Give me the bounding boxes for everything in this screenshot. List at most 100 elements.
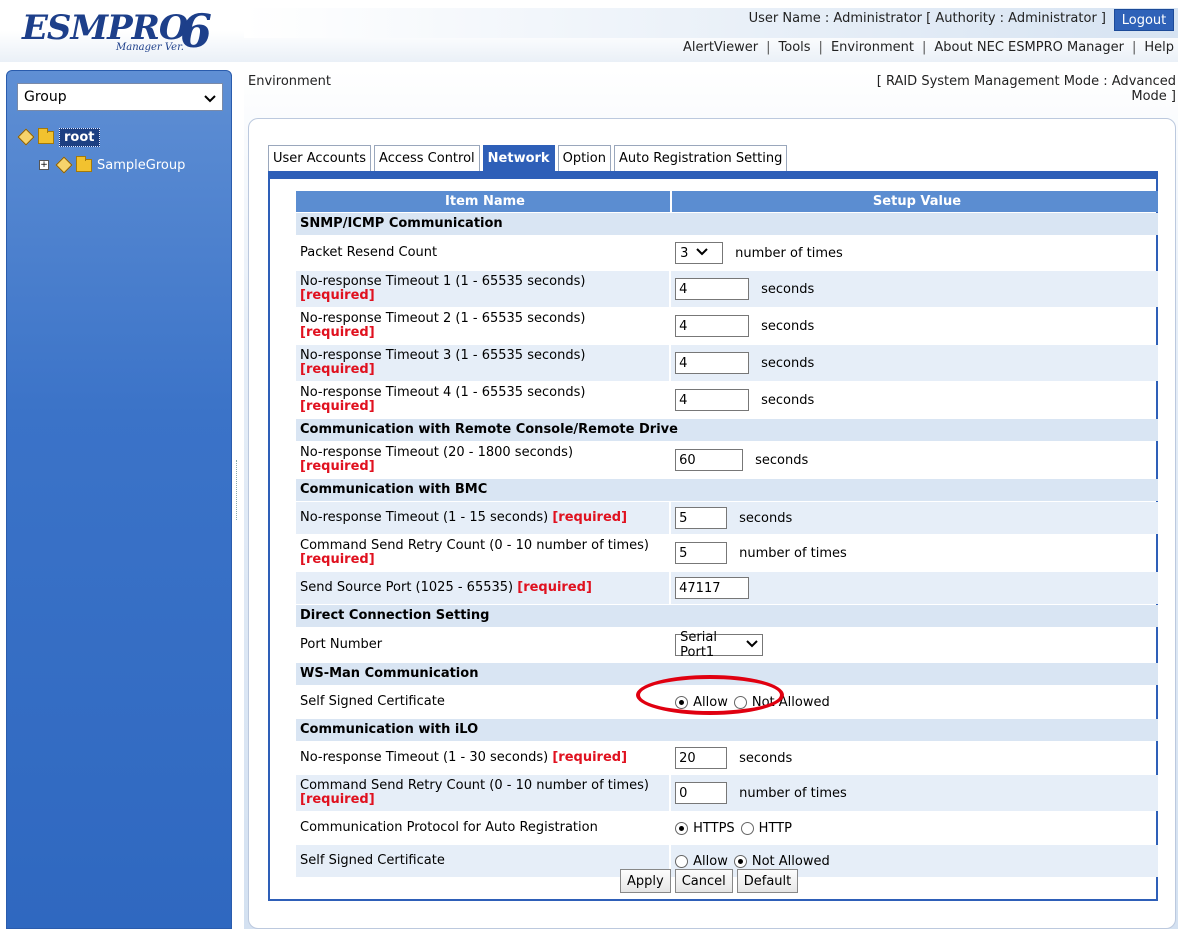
table-row: No-response Timeout 3 (1 - 65535 seconds… [296, 345, 1158, 381]
packet-resend-select[interactable]: 3 [675, 242, 724, 264]
remote-timeout-text: No-response Timeout (20 - 1800 seconds) [300, 445, 574, 460]
radio-label: Not Allowed [751, 853, 830, 869]
ilo-timeout-input[interactable] [675, 747, 728, 769]
protocol-label: Communication Protocol for Auto Registra… [300, 820, 598, 835]
radio-empty-icon [675, 854, 689, 868]
tab-network[interactable]: Network [482, 145, 555, 171]
tab-underline [268, 171, 1158, 179]
tab-user-accounts[interactable]: User Accounts [268, 145, 372, 171]
required-marker: [required] [300, 288, 375, 303]
splitter-grip [236, 460, 238, 520]
table-row: Port Number Serial Port1 [296, 628, 1158, 662]
tab-option[interactable]: Option [557, 145, 611, 171]
table-row: No-response Timeout (1 - 30 seconds) [re… [296, 742, 1158, 774]
bmc-timeout-text: No-response Timeout (1 - 15 seconds) [300, 510, 549, 525]
tree-node-samplegroup[interactable]: + SampleGroup [39, 154, 185, 176]
table-row: No-response Timeout (20 - 1800 seconds) … [296, 442, 1158, 478]
radio-label: Not Allowed [751, 694, 830, 710]
port-number-cell: Serial Port1 [671, 628, 1158, 662]
required-marker: [required] [552, 750, 628, 765]
ilo-cert-allow-radio[interactable]: Allow [675, 854, 728, 869]
timeout3-input[interactable] [675, 352, 750, 374]
required-marker: [required] [300, 459, 375, 474]
timeout1-input[interactable] [675, 278, 750, 300]
table-row: Communication Protocol for Auto Registra… [296, 812, 1158, 844]
unit-label: number of times [739, 785, 847, 801]
unit-label: seconds [761, 392, 815, 408]
tree-node-root[interactable]: root [17, 126, 185, 148]
cancel-button[interactable]: Cancel [674, 869, 733, 893]
wsman-cert-not-allowed-radio[interactable]: Not Allowed [733, 694, 830, 710]
packet-resend-value: 3 [680, 245, 689, 261]
table-row: Packet Resend Count 3 number of times [296, 236, 1158, 270]
protocol-http-radio[interactable]: HTTP [740, 821, 792, 836]
raid-mode-line2: Mode ] [1131, 89, 1176, 104]
timeout1-cell: seconds [671, 271, 1158, 307]
logo-version: 6 [180, 4, 213, 58]
nav-alertviewer[interactable]: AlertViewer [683, 40, 758, 55]
folder-icon [76, 155, 92, 172]
table-header-row: Item Name Setup Value [296, 191, 1158, 212]
bmc-port-input[interactable] [675, 577, 750, 599]
app-header: ESMPRO Manager Ver. 6 User Name : Admini… [0, 0, 1178, 62]
group-select[interactable]: Group [17, 83, 223, 111]
protocol-https-radio[interactable]: HTTPS [675, 821, 735, 836]
bmc-port-label: Send Source Port (1025 - 65535) [require… [296, 572, 670, 604]
group-tree: root + SampleGroup [17, 126, 185, 176]
nav-help[interactable]: Help [1144, 40, 1174, 55]
expand-plus-icon[interactable]: + [39, 160, 49, 170]
remote-timeout-cell: seconds [671, 442, 1158, 478]
ilo-timeout-label: No-response Timeout (1 - 30 seconds) [re… [296, 742, 669, 774]
wsman-cert-allow-radio[interactable]: Allow [675, 695, 728, 710]
tab-auto-registration[interactable]: Auto Registration Setting [613, 145, 788, 171]
bmc-timeout-cell: seconds [671, 502, 1158, 534]
required-marker: [required] [517, 580, 592, 595]
bmc-port-cell [671, 572, 1158, 604]
bmc-timeout-input[interactable] [675, 507, 728, 529]
unit-label: seconds [761, 355, 815, 371]
bmc-retry-text: Command Send Retry Count (0 - 10 number … [300, 538, 649, 553]
required-marker: [required] [300, 325, 375, 340]
unit-label: seconds [739, 510, 793, 526]
radio-selected-icon [733, 854, 747, 868]
nav-environment[interactable]: Environment [831, 40, 914, 55]
table-row: Send Source Port (1025 - 65535) [require… [296, 572, 1158, 604]
tab-access-control[interactable]: Access Control [374, 145, 480, 171]
apply-button[interactable]: Apply [620, 869, 671, 893]
section-snmp: SNMP/ICMP Communication [296, 213, 1158, 235]
ilo-retry-text: Command Send Retry Count (0 - 10 number … [300, 778, 649, 793]
col-setup-value: Setup Value [670, 191, 1158, 212]
bmc-timeout-line: No-response Timeout (1 - 15 seconds) [re… [300, 511, 669, 525]
section-title: WS-Man Communication [300, 666, 479, 681]
section-title: Communication with Remote Console/Remote… [300, 422, 678, 437]
bmc-retry-input[interactable] [675, 542, 728, 564]
nav-about[interactable]: About NEC ESMPRO Manager [934, 40, 1124, 55]
nav-tools[interactable]: Tools [779, 40, 811, 55]
port-number-value: Serial Port1 [680, 630, 717, 660]
chevron-down-icon [696, 246, 709, 261]
ilo-retry-input[interactable] [675, 782, 728, 804]
remote-timeout-input[interactable] [675, 449, 744, 471]
ilo-timeout-cell: seconds [671, 742, 1158, 774]
default-button[interactable]: Default [736, 869, 799, 893]
ilo-cert-not-allowed-radio[interactable]: Not Allowed [733, 853, 830, 869]
section-wsman: WS-Man Communication [296, 663, 1158, 685]
unit-label: number of times [739, 545, 847, 561]
section-title: Communication with iLO [300, 722, 479, 737]
section-title: Direct Connection Setting [300, 608, 490, 623]
port-number-select[interactable]: Serial Port1 [675, 630, 764, 660]
section-title: SNMP/ICMP Communication [300, 216, 503, 231]
nav-separator: | [1131, 40, 1137, 55]
panel-splitter[interactable] [233, 440, 241, 540]
port-number-label: Port Number [300, 637, 383, 652]
timeout3-text: No-response Timeout 3 (1 - 65535 seconds… [300, 348, 586, 363]
timeout2-input[interactable] [675, 315, 750, 337]
radio-label: HTTPS [693, 820, 735, 836]
ilo-timeout-line: No-response Timeout (1 - 30 seconds) [re… [300, 751, 669, 765]
section-remote-console: Communication with Remote Console/Remote… [296, 419, 1158, 441]
radio-empty-icon [740, 821, 754, 835]
timeout4-input[interactable] [675, 389, 750, 411]
section-bmc: Communication with BMC [296, 479, 1158, 501]
timeout4-text: No-response Timeout 4 (1 - 65535 seconds… [300, 385, 586, 400]
logout-button[interactable]: Logout [1114, 9, 1174, 31]
